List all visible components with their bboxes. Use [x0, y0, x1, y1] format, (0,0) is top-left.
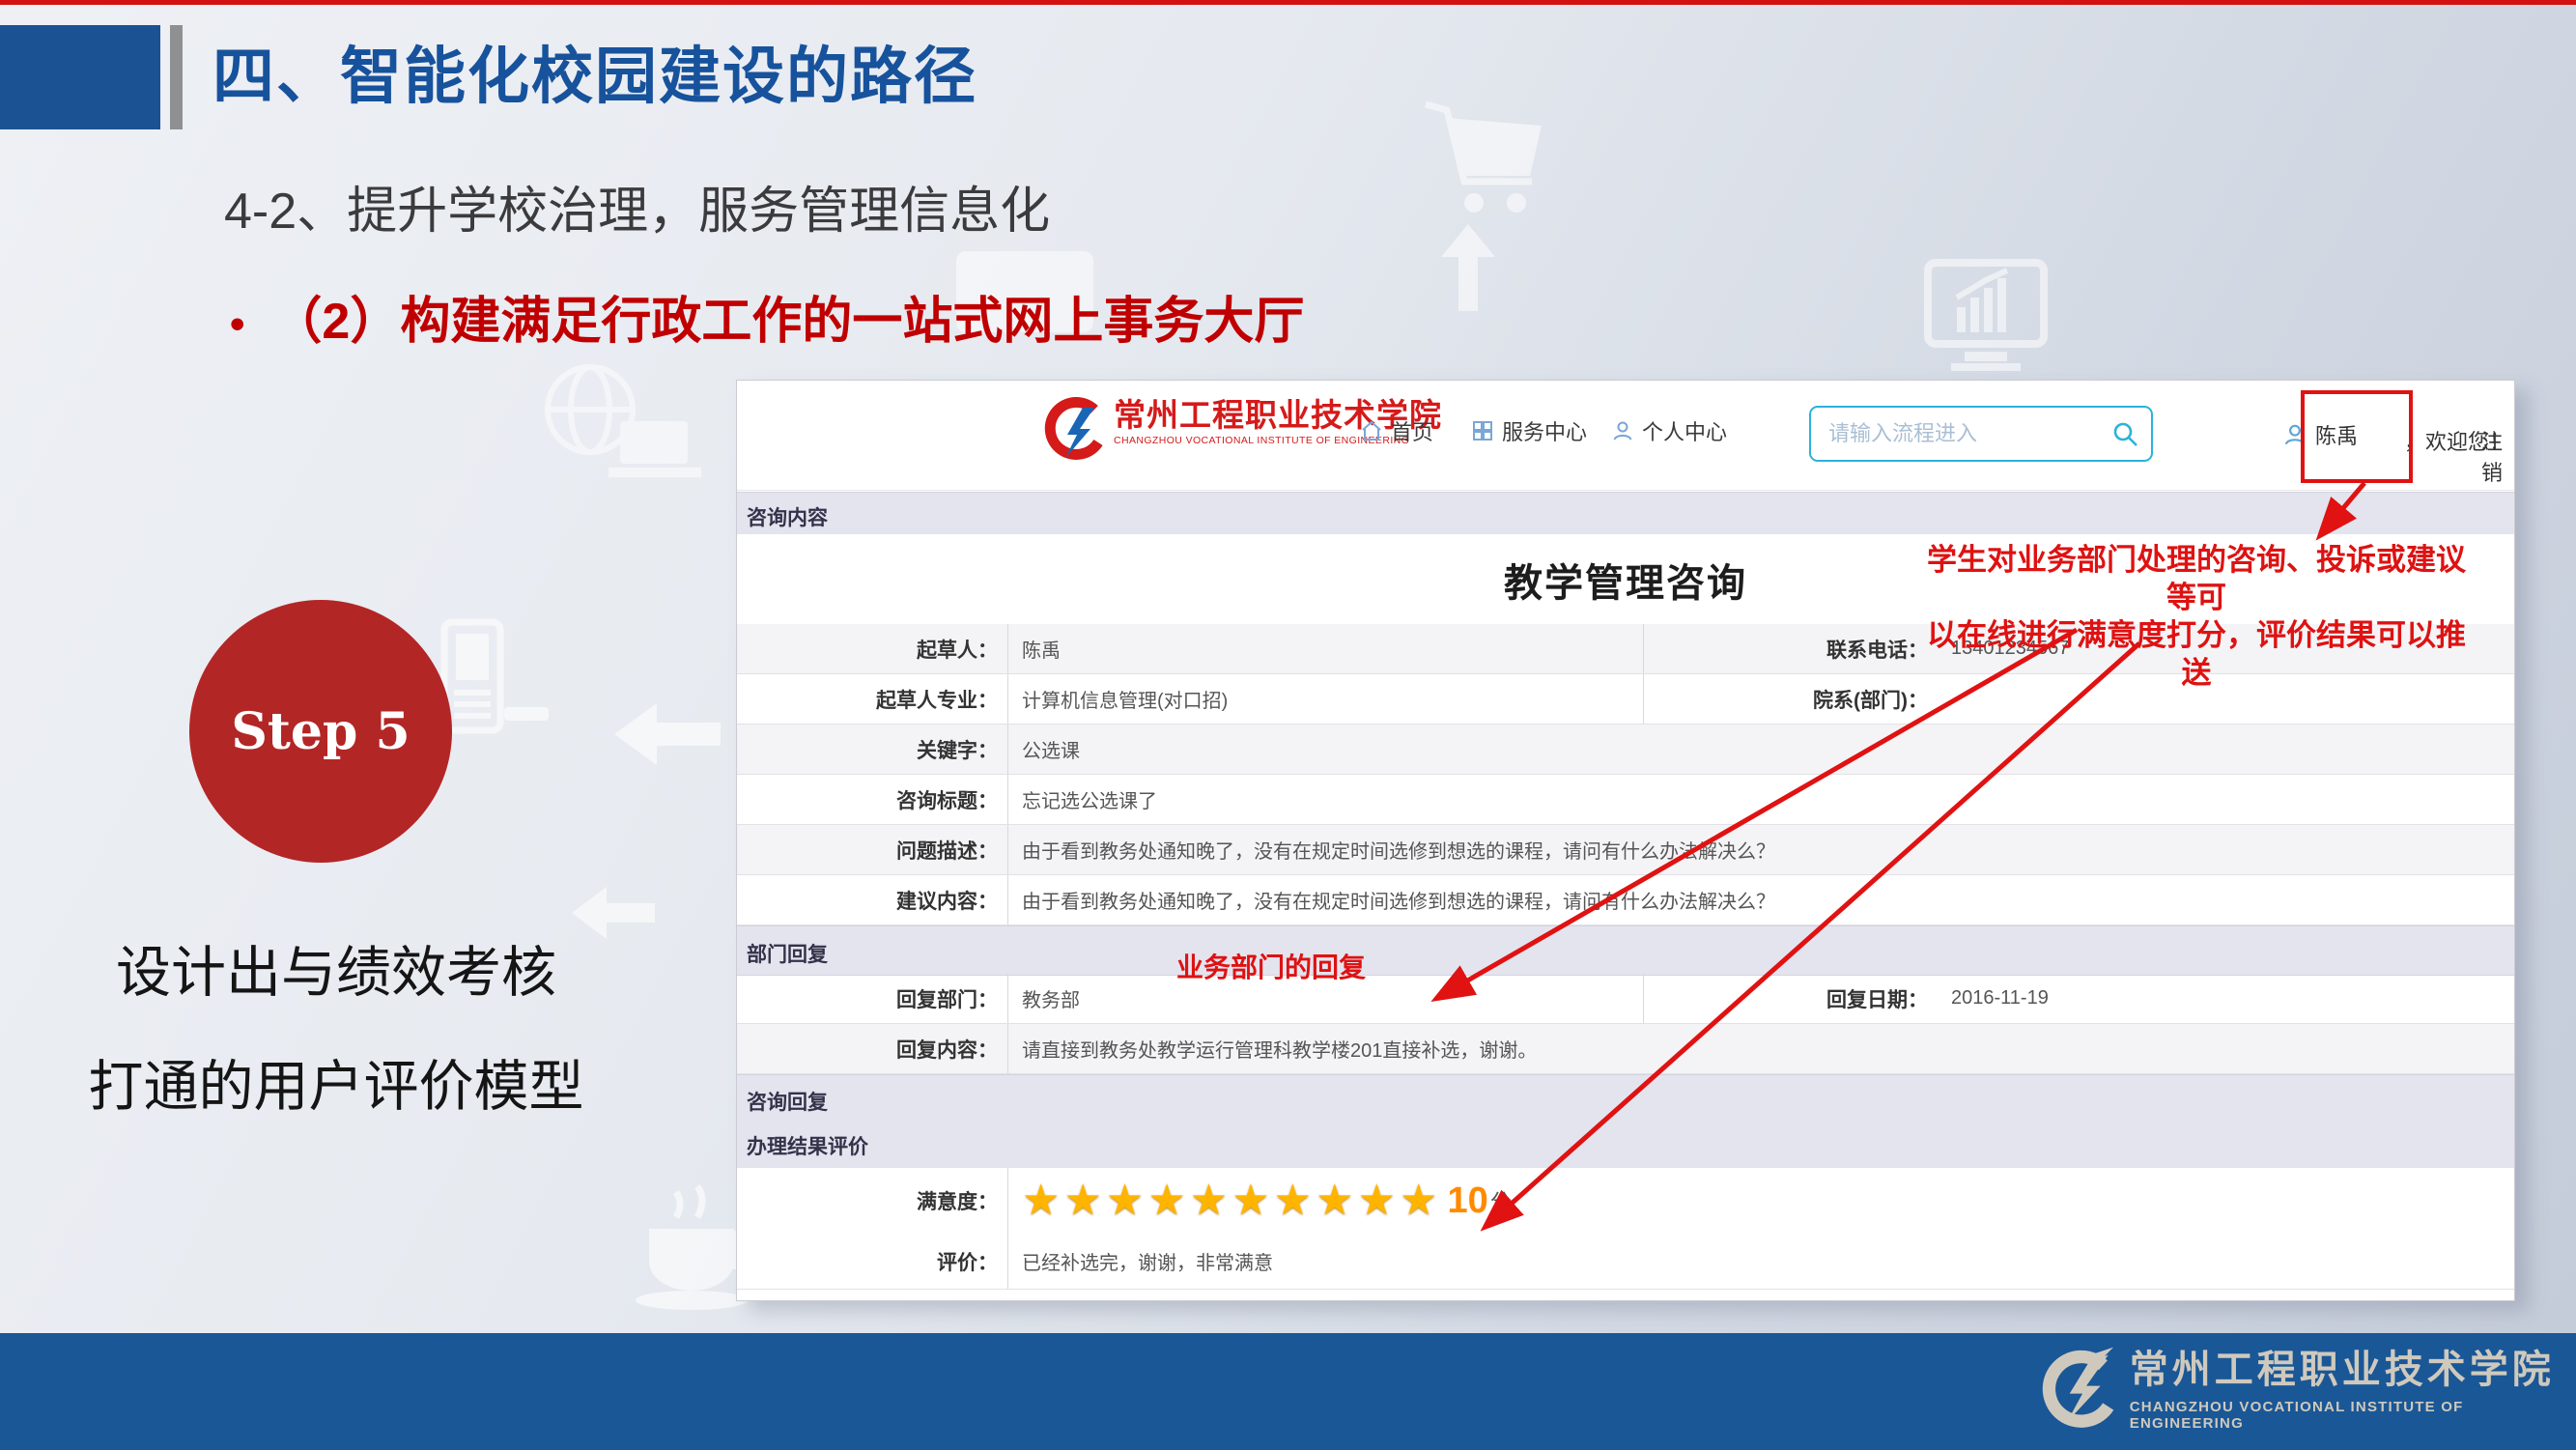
form-title: 教学管理咨询 — [1504, 552, 1747, 608]
nav-personal-label: 个人中心 — [1642, 415, 1727, 446]
table-row: 关键字： 公选课 — [737, 725, 2514, 775]
table-row: 问题描述： 由于看到教务处通知晚了，没有在规定时间选修到想选的课程，请问有什么办… — [737, 825, 2514, 875]
annotation-reply-note: 业务部门的回复 — [1176, 947, 1366, 985]
section-dept-reply-label: 部门回复 — [747, 939, 828, 968]
row-value: 陈禹 — [1008, 624, 1643, 673]
person-icon — [1611, 419, 1634, 442]
step-caption-line1: 设计出与绩效考核 — [46, 916, 626, 1030]
step-caption: 设计出与绩效考核 打通的用户评价模型 — [46, 916, 626, 1144]
page-title: 四、智能化校园建设的路径 — [212, 27, 977, 116]
row-label: 回复部门： — [737, 974, 1008, 1023]
annotation-note: 学生对业务部门处理的咨询、投诉或建议等可 以在线进行满意度打分，评价结果可以推送 — [1917, 541, 2476, 692]
row-value: 由于看到教务处通知晚了，没有在规定时间选修到想选的课程，请问有什么办法解决么？ — [1008, 825, 2514, 874]
table-row: 回复内容： 请直接到教务处教学运行管理科教学楼201直接补选，谢谢。 — [737, 1024, 2514, 1074]
row-value: 公选课 — [1008, 725, 2514, 774]
row-label2: 联系电话： — [1643, 624, 1938, 673]
row-label: 咨询标题： — [737, 775, 1008, 824]
school-logo-icon — [1044, 396, 1104, 471]
footer-logo-icon — [2036, 1345, 2116, 1437]
section-dept-reply: 部门回复 — [737, 925, 2514, 976]
row-label: 关键字： — [737, 725, 1008, 774]
star-icons[interactable]: ★★★★★★★★★★ — [1022, 1172, 1441, 1230]
row-label: 评价： — [737, 1234, 1008, 1289]
row-label2: 回复日期： — [1643, 974, 1938, 1023]
section-consult-content: 咨询内容 — [737, 492, 2514, 536]
row-value2: 2016-11-19 — [1938, 974, 2514, 1023]
nav-home[interactable]: 首页 — [1360, 415, 1433, 446]
annotation-note-line2: 以在线进行满意度打分，评价结果可以推送 — [1917, 616, 2476, 692]
home-icon — [1360, 419, 1383, 442]
section-result-eval-label: 办理结果评价 — [747, 1131, 868, 1160]
top-red-line — [0, 0, 2576, 5]
footer-logo: 常州工程职业技术学院 CHANGZHOU VOCATIONAL INSTITUT… — [2036, 1345, 2576, 1437]
row-value: 忘记选公选课了 — [1008, 775, 2514, 824]
row-value: 请直接到教务处教学运行管理科教学楼201直接补选，谢谢。 — [1008, 1024, 2514, 1073]
title-accent-bar — [170, 25, 183, 129]
table-row: 咨询标题： 忘记选公选课了 — [737, 775, 2514, 825]
slide-subtitle: 4-2、提升学校治理，服务管理信息化 — [224, 170, 1050, 242]
logout-link[interactable]: 注销 — [2481, 425, 2514, 487]
row-label: 回复内容： — [737, 1024, 1008, 1073]
title-accent-square — [0, 25, 160, 129]
phone-icon — [437, 618, 552, 739]
row-label: 问题描述： — [737, 825, 1008, 874]
search-icon[interactable] — [2110, 419, 2139, 448]
nav-service-center[interactable]: 服务中心 — [1471, 415, 1587, 446]
row-value: 由于看到教务处通知晚了，没有在规定时间选修到想选的课程，请问有什么办法解决么？ — [1008, 875, 2514, 924]
up-arrow-icon — [1441, 224, 1495, 311]
search-input[interactable] — [1826, 420, 2110, 447]
annotation-note-line1: 学生对业务部门处理的咨询、投诉或建议等可 — [1917, 541, 2476, 616]
table-row: 回复部门： 教务部 回复日期： 2016-11-19 — [737, 974, 2514, 1024]
row-label2: 院系(部门)： — [1643, 674, 1938, 724]
rating-score: 10 — [1447, 1180, 1487, 1222]
section-consult-reply: 咨询回复 办理结果评价 — [737, 1074, 2514, 1170]
rating-unit: 分 — [1490, 1185, 1512, 1216]
satisfaction-row: 满意度： ★★★★★★★★★★ 10 分 — [737, 1168, 2514, 1235]
footer-bar: 常州工程职业技术学院 CHANGZHOU VOCATIONAL INSTITUT… — [0, 1333, 2576, 1450]
row-value: 已经补选完，谢谢，非常满意 — [1008, 1234, 2514, 1289]
step-caption-line2: 打通的用户评价模型 — [46, 1030, 626, 1144]
section-consult-content-label: 咨询内容 — [747, 502, 828, 531]
monitor-chart-icon — [1918, 259, 2053, 375]
web-screenshot-panel: 常州工程职业技术学院 CHANGZHOU VOCATIONAL INSTITUT… — [736, 380, 2515, 1301]
section-consult-reply-label: 咨询回复 — [747, 1087, 828, 1116]
row-label: 起草人： — [737, 624, 1008, 673]
nav-home-label: 首页 — [1391, 415, 1433, 446]
web-header: 常州工程职业技术学院 CHANGZHOU VOCATIONAL INSTITUT… — [737, 381, 2514, 491]
row-label: 起草人专业： — [737, 674, 1008, 724]
slide: 四、智能化校园建设的路径 4-2、提升学校治理，服务管理信息化 • （2）构建满足… — [0, 0, 2576, 1450]
footer-school-en: CHANGZHOU VOCATIONAL INSTITUTE OF ENGINE… — [2130, 1399, 2576, 1432]
row-label: 建议内容： — [737, 875, 1008, 924]
step-badge: Step 5 — [189, 600, 452, 863]
grid-icon — [1471, 419, 1494, 442]
nav-personal-center[interactable]: 个人中心 — [1611, 415, 1727, 446]
evaluation-row: 评价： 已经补选完，谢谢，非常满意 — [737, 1234, 2514, 1290]
step-badge-label: Step 5 — [231, 702, 410, 761]
search-box — [1809, 406, 2153, 462]
left-arrow-icon — [614, 703, 721, 765]
slide-bullet-line: • （2）构建满足行政工作的一站式网上事务大厅 — [230, 280, 1304, 353]
nav-service-label: 服务中心 — [1502, 415, 1587, 446]
globe-laptop-icon — [537, 361, 711, 487]
highlight-box-user — [2301, 390, 2413, 483]
bullet-dot: • — [230, 300, 244, 348]
table-row: 建议内容： 由于看到教务处通知晚了，没有在规定时间选修到想选的课程，请问有什么办… — [737, 875, 2514, 925]
row-label: 满意度： — [737, 1168, 1008, 1234]
shopping-cart-icon — [1418, 97, 1563, 222]
footer-school-cn: 常州工程职业技术学院 — [2130, 1345, 2576, 1395]
bullet-text: （2）构建满足行政工作的一站式网上事务大厅 — [271, 294, 1304, 350]
row-value: 计算机信息管理(对口招) — [1008, 674, 1643, 724]
